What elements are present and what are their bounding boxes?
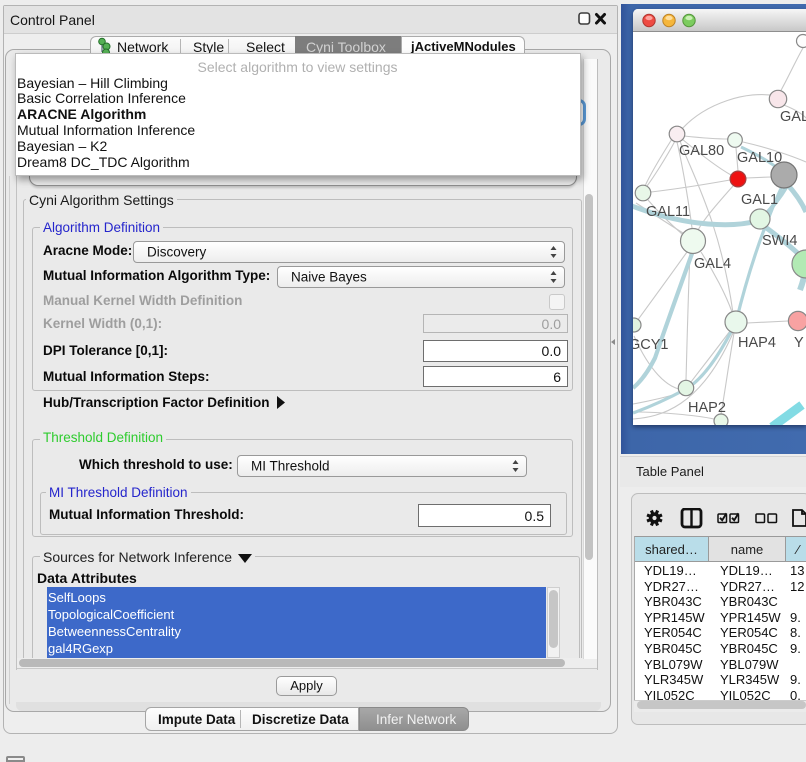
svg-text:GAL1: GAL1 xyxy=(741,192,778,208)
svg-text:SWI4: SWI4 xyxy=(762,233,797,249)
svg-text:HAP4: HAP4 xyxy=(738,335,776,351)
svg-text:GAL4: GAL4 xyxy=(694,256,731,272)
svg-text:GAL8: GAL8 xyxy=(780,109,806,125)
svg-text:Y: Y xyxy=(794,335,804,351)
svg-text:GCY1: GCY1 xyxy=(633,337,669,353)
svg-text:GAL10: GAL10 xyxy=(737,150,782,166)
svg-text:GAL80: GAL80 xyxy=(679,143,724,159)
svg-text:HAP2: HAP2 xyxy=(688,400,726,416)
svg-text:GAL11: GAL11 xyxy=(646,204,690,220)
